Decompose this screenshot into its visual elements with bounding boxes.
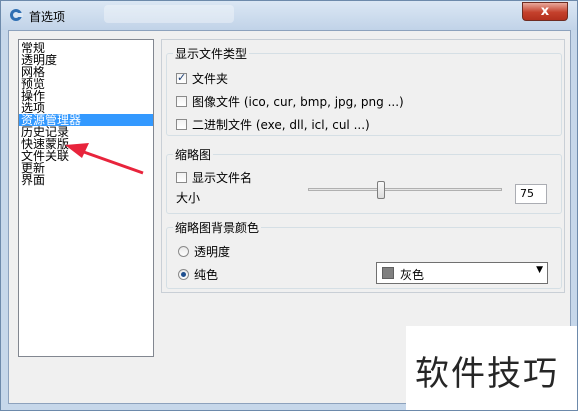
folders-label: 文件夹: [192, 72, 229, 86]
window-title: 首选项: [29, 10, 66, 24]
nav-item[interactable]: 预览: [19, 78, 153, 90]
size-value-field[interactable]: 75: [515, 184, 547, 204]
binary-label: 二进制文件 (exe, dll, icl, cul ...): [192, 118, 370, 132]
size-slider-thumb[interactable]: [376, 181, 385, 199]
nav-item[interactable]: 透明度: [19, 54, 153, 66]
app-icon: [10, 9, 23, 21]
thumbnail-title: 缩略图: [173, 146, 214, 163]
show-filename-checkbox[interactable]: [176, 172, 187, 183]
transparency-option[interactable]: 透明度: [178, 243, 230, 260]
nav-item[interactable]: 常规: [19, 42, 153, 54]
solid-label: 纯色: [194, 268, 219, 282]
color-dropdown[interactable]: 灰色 ▼: [376, 262, 548, 284]
binary-option[interactable]: 二进制文件 (exe, dll, icl, cul ...): [176, 116, 370, 133]
nav-item[interactable]: 选项: [19, 102, 153, 114]
background-window-tab: [104, 5, 234, 23]
file-types-title: 显示文件类型: [173, 45, 250, 62]
images-checkbox[interactable]: [176, 96, 187, 107]
color-dropdown-value: 灰色: [400, 268, 425, 282]
solid-option[interactable]: 纯色: [178, 266, 218, 283]
nav-item[interactable]: 操作: [19, 90, 153, 102]
binary-checkbox[interactable]: [176, 119, 187, 130]
chevron-down-icon: ▼: [536, 265, 543, 275]
show-filename-option[interactable]: 显示文件名: [176, 169, 252, 186]
preferences-window: 首选项 x 常规 透明度 网格 预览 操作 选项 资源管理器 历史记录 快速蒙版 文件关联 更新 界面…: [0, 0, 578, 411]
watermark-text: 软件技巧: [415, 354, 559, 394]
bg-color-title: 缩略图背景颜色: [173, 219, 262, 236]
nav-item[interactable]: 网格: [19, 66, 153, 78]
color-swatch: [382, 267, 394, 279]
close-button[interactable]: x: [522, 2, 568, 21]
explorer-settings-panel: 显示文件类型 文件夹 图像文件 (ico, cur, bmp, jpg, png…: [161, 39, 565, 293]
red-arrow-annotation: [65, 143, 144, 175]
images-label: 图像文件 (ico, cur, bmp, jpg, png ...): [192, 95, 404, 109]
images-option[interactable]: 图像文件 (ico, cur, bmp, jpg, png ...): [176, 93, 404, 110]
transparency-radio[interactable]: [178, 246, 189, 257]
nav-item[interactable]: 历史记录: [19, 126, 153, 138]
nav-item[interactable]: 资源管理器: [19, 114, 153, 126]
size-slider-track[interactable]: [308, 188, 502, 191]
show-filename-label: 显示文件名: [192, 171, 253, 185]
transparency-label: 透明度: [194, 245, 231, 259]
size-label: 大小: [176, 191, 201, 205]
category-list[interactable]: 常规 透明度 网格 预览 操作 选项 资源管理器 历史记录 快速蒙版 文件关联 更新 界面: [18, 39, 154, 357]
solid-radio[interactable]: [178, 269, 189, 280]
folders-option[interactable]: 文件夹: [176, 70, 228, 87]
folders-checkbox[interactable]: [176, 71, 187, 84]
title-bar[interactable]: 首选项 x: [1, 1, 577, 30]
